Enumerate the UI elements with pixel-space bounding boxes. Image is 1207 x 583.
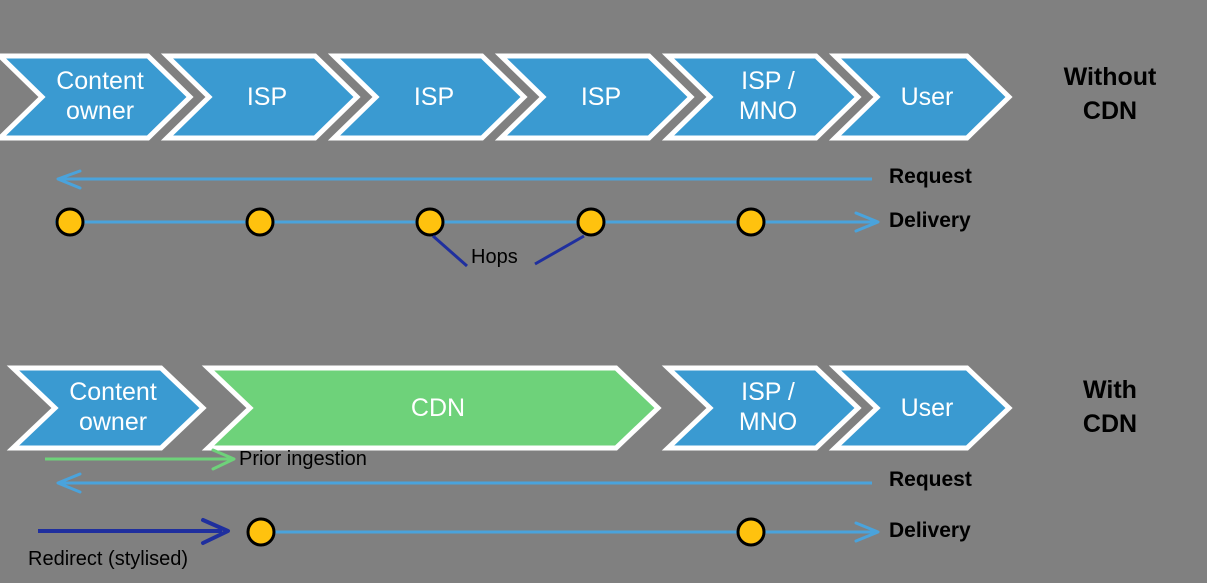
hop-dot: [246, 517, 276, 547]
chevron-isp-mno-2: [661, 365, 862, 451]
chevron-isp-mno: [661, 53, 862, 141]
hop-dot: [736, 207, 766, 237]
chevron-content-owner-2: [6, 365, 207, 451]
hop-dot: [55, 207, 85, 237]
flow-label-request: Request: [889, 165, 972, 188]
chevron-isp-3: [494, 53, 695, 141]
cdn-comparison-diagram: Content owner ISP ISP ISP ISP / MNO User…: [0, 0, 1207, 583]
diagram-vector-layer: [0, 53, 1013, 547]
chevron-content-owner: [0, 53, 194, 141]
hops-leader-right: [534, 234, 585, 266]
side-label-with-cdn: With CDN: [1082, 376, 1138, 438]
chevron-isp-2: [327, 53, 528, 141]
flow-label-prior-ingestion: Prior ingestion: [239, 448, 367, 470]
hop-dot: [736, 517, 766, 547]
hop-dot: [576, 207, 606, 237]
chevron-cdn: [201, 365, 662, 451]
chevron-isp-1: [160, 53, 361, 141]
hops-leader-left: [432, 234, 468, 268]
flow-label-redirect: Redirect (stylised): [28, 548, 189, 570]
hop-dot: [415, 207, 445, 237]
hop-dot: [245, 207, 275, 237]
side-label-without-cdn: Without CDN: [1063, 63, 1157, 125]
flow-label-request-2: Request: [889, 468, 972, 491]
flow-label-delivery-2: Delivery: [889, 519, 971, 542]
flow-label-delivery: Delivery: [889, 209, 971, 232]
hops-label: Hops: [471, 246, 518, 268]
chevron-row-without-cdn: [0, 53, 1013, 141]
chevron-row-with-cdn: [6, 365, 1013, 451]
